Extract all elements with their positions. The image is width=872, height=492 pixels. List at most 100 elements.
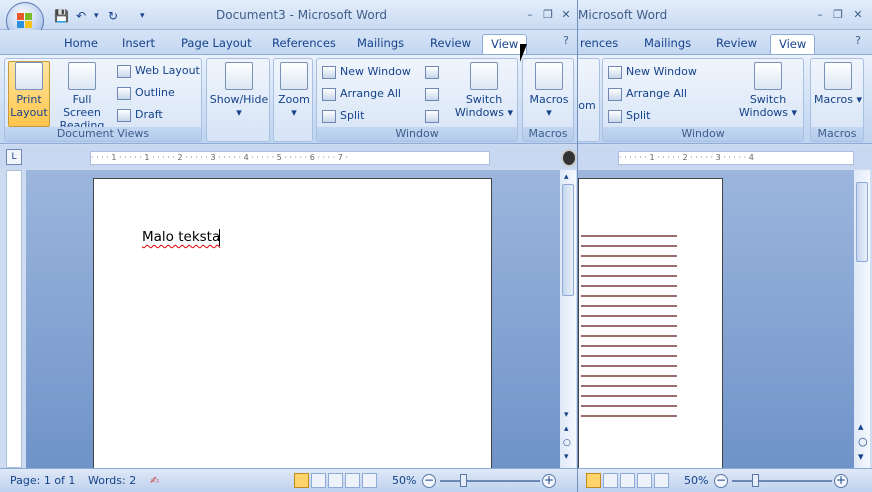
outline-button[interactable]: Outline [117, 83, 175, 103]
switch-windows-button[interactable]: Switch Windows ▾ [451, 62, 517, 119]
web-layout-view-button[interactable] [328, 473, 343, 488]
select-browse-object-icon[interactable]: ○ [563, 438, 571, 448]
bg-print-layout-view-button[interactable] [586, 473, 601, 488]
scroll-down-icon[interactable]: ▾ [564, 410, 569, 420]
zoom-in-icon[interactable]: + [542, 474, 556, 488]
save-icon[interactable]: 💾 [54, 9, 69, 23]
zoom-slider[interactable] [440, 480, 540, 482]
bg-outline-view-button[interactable] [637, 473, 652, 488]
view-side-by-side-button[interactable] [425, 62, 443, 82]
zoom-out-icon[interactable]: − [422, 474, 436, 488]
draft-label: Draft [135, 108, 163, 121]
bg-tab-references[interactable]: rences [578, 34, 620, 55]
arrange-all-button[interactable]: Arrange All [322, 84, 401, 104]
zoom-icon [280, 62, 308, 90]
bg-full-screen-view-button[interactable] [603, 473, 618, 488]
tab-mailings[interactable]: Mailings [355, 34, 406, 55]
print-layout-button[interactable]: Print Layout [8, 61, 50, 127]
ruler-toggle-icon[interactable]: L [6, 149, 22, 165]
bg-draft-view-button[interactable] [654, 473, 669, 488]
web-layout-button[interactable]: Web Layout [117, 61, 200, 81]
restore-icon[interactable]: ❐ [830, 8, 846, 22]
foreground-word-window[interactable]: 💾 ↶ ▾ ↻ ▾ Document3 - Microsoft Word – ❐… [0, 0, 578, 492]
page-count[interactable]: Page: 1 of 1 [10, 474, 75, 487]
scroll-up-icon[interactable]: ▴ [564, 172, 569, 182]
window-title: Document3 - Microsoft Word [216, 8, 388, 22]
bg-new-window-label: New Window [626, 65, 697, 78]
undo-dropdown-icon[interactable]: ▾ [94, 11, 99, 21]
reset-window-position-icon [425, 109, 439, 123]
restore-icon[interactable]: ❐ [540, 8, 556, 22]
background-word-window[interactable]: Microsoft Word – ❐ ✕ rences Mailings Rev… [578, 0, 872, 492]
horizontal-ruler[interactable]: · · · · 1 · · · · · 1 · · · · · 2 · · · … [90, 151, 490, 165]
print-layout-view-button[interactable] [294, 473, 309, 488]
draft-view-button[interactable] [362, 473, 377, 488]
tab-home[interactable]: Home [62, 34, 100, 55]
bg-arrange-all-button[interactable]: Arrange All [608, 84, 687, 104]
minimize-icon[interactable]: – [522, 8, 538, 22]
bg-tab-view[interactable]: View [770, 34, 816, 55]
vertical-scrollbar[interactable]: ▴ ▾ ▴ ○ ▾ [560, 170, 576, 468]
vertical-ruler[interactable] [6, 170, 22, 468]
document-text[interactable]: Malo teksta [142, 229, 220, 245]
proofing-icon[interactable]: ✍ [150, 474, 159, 487]
help-icon[interactable]: ? [850, 34, 866, 48]
prev-page-icon[interactable]: ▴ [564, 424, 569, 434]
bg-zoom-slider-thumb[interactable] [752, 474, 759, 487]
next-page-icon[interactable]: ▾ [858, 450, 864, 463]
zoom-button[interactable]: Zoom ▾ [276, 62, 312, 119]
close-icon[interactable]: ✕ [850, 8, 866, 22]
show-hide-group: Show/Hide ▾ [206, 58, 270, 142]
bg-web-layout-view-button[interactable] [620, 473, 635, 488]
bg-switch-windows-button[interactable]: Switch Windows ▾ [735, 62, 801, 119]
split-button[interactable]: Split [322, 106, 364, 126]
bg-zoom-level[interactable]: 50% [684, 474, 708, 487]
document-page[interactable]: Malo teksta [93, 178, 492, 478]
next-page-icon[interactable]: ▾ [564, 452, 569, 462]
zoom-out-icon[interactable]: − [714, 474, 728, 488]
undo-icon[interactable]: ↶ [76, 9, 86, 23]
outline-view-button[interactable] [345, 473, 360, 488]
synchronous-scrolling-button[interactable] [425, 84, 443, 104]
word-count[interactable]: Words: 2 [88, 474, 136, 487]
prev-page-icon[interactable]: ▴ [858, 420, 864, 433]
bg-title-bar[interactable]: Microsoft Word – ❐ ✕ [578, 0, 872, 30]
close-icon[interactable]: ✕ [558, 8, 574, 22]
zoom-slider-thumb[interactable] [460, 474, 467, 487]
tab-insert[interactable]: Insert [120, 34, 157, 55]
scroll-thumb[interactable] [562, 184, 574, 296]
title-bar[interactable]: 💾 ↶ ▾ ↻ ▾ Document3 - Microsoft Word – ❐… [0, 0, 577, 30]
bg-scroll-thumb[interactable] [856, 182, 868, 262]
customize-qat-icon[interactable]: ▾ [140, 11, 145, 21]
bg-split-button[interactable]: Split [608, 106, 650, 126]
minimize-icon[interactable]: – [812, 8, 828, 22]
bg-arrange-all-label: Arrange All [626, 87, 687, 100]
bg-vertical-scrollbar[interactable]: ▴ ○ ▾ [854, 170, 870, 468]
select-browse-object-icon[interactable]: ○ [858, 435, 868, 448]
macros-button[interactable]: Macros ▾ [525, 62, 573, 119]
tab-references[interactable]: References [270, 34, 338, 55]
zoom-level[interactable]: 50% [392, 474, 416, 487]
bg-tab-mailings[interactable]: Mailings [642, 34, 693, 55]
new-window-button[interactable]: New Window [322, 62, 411, 82]
redo-icon[interactable]: ↻ [108, 9, 118, 23]
draft-button[interactable]: Draft [117, 105, 163, 125]
tab-review[interactable]: Review [428, 34, 473, 55]
bg-zoom-slider[interactable] [732, 480, 832, 482]
zoom-in-icon[interactable]: + [834, 474, 848, 488]
split-handle-icon[interactable] [561, 149, 577, 167]
split-icon [322, 109, 336, 123]
show-hide-button[interactable]: Show/Hide ▾ [209, 62, 269, 119]
full-screen-reading-button[interactable]: Full Screen Reading [53, 62, 111, 132]
bg-macros-button[interactable]: Macros ▾ [813, 62, 863, 106]
bg-new-window-button[interactable]: New Window [608, 62, 697, 82]
bg-tab-review[interactable]: Review [714, 34, 759, 55]
reset-window-position-button[interactable] [425, 106, 443, 126]
bg-ribbon: om New Window Arrange All Split Switch W… [578, 54, 872, 144]
bg-document-page[interactable] [578, 178, 723, 478]
full-screen-view-button[interactable] [311, 473, 326, 488]
bg-zoom-partial-label[interactable]: om [578, 99, 599, 112]
bg-horizontal-ruler[interactable]: · · · · · · 1 · · · · · 2 · · · · · 3 · … [618, 151, 854, 165]
help-icon[interactable]: ? [558, 34, 574, 48]
tab-page-layout[interactable]: Page Layout [179, 34, 254, 55]
